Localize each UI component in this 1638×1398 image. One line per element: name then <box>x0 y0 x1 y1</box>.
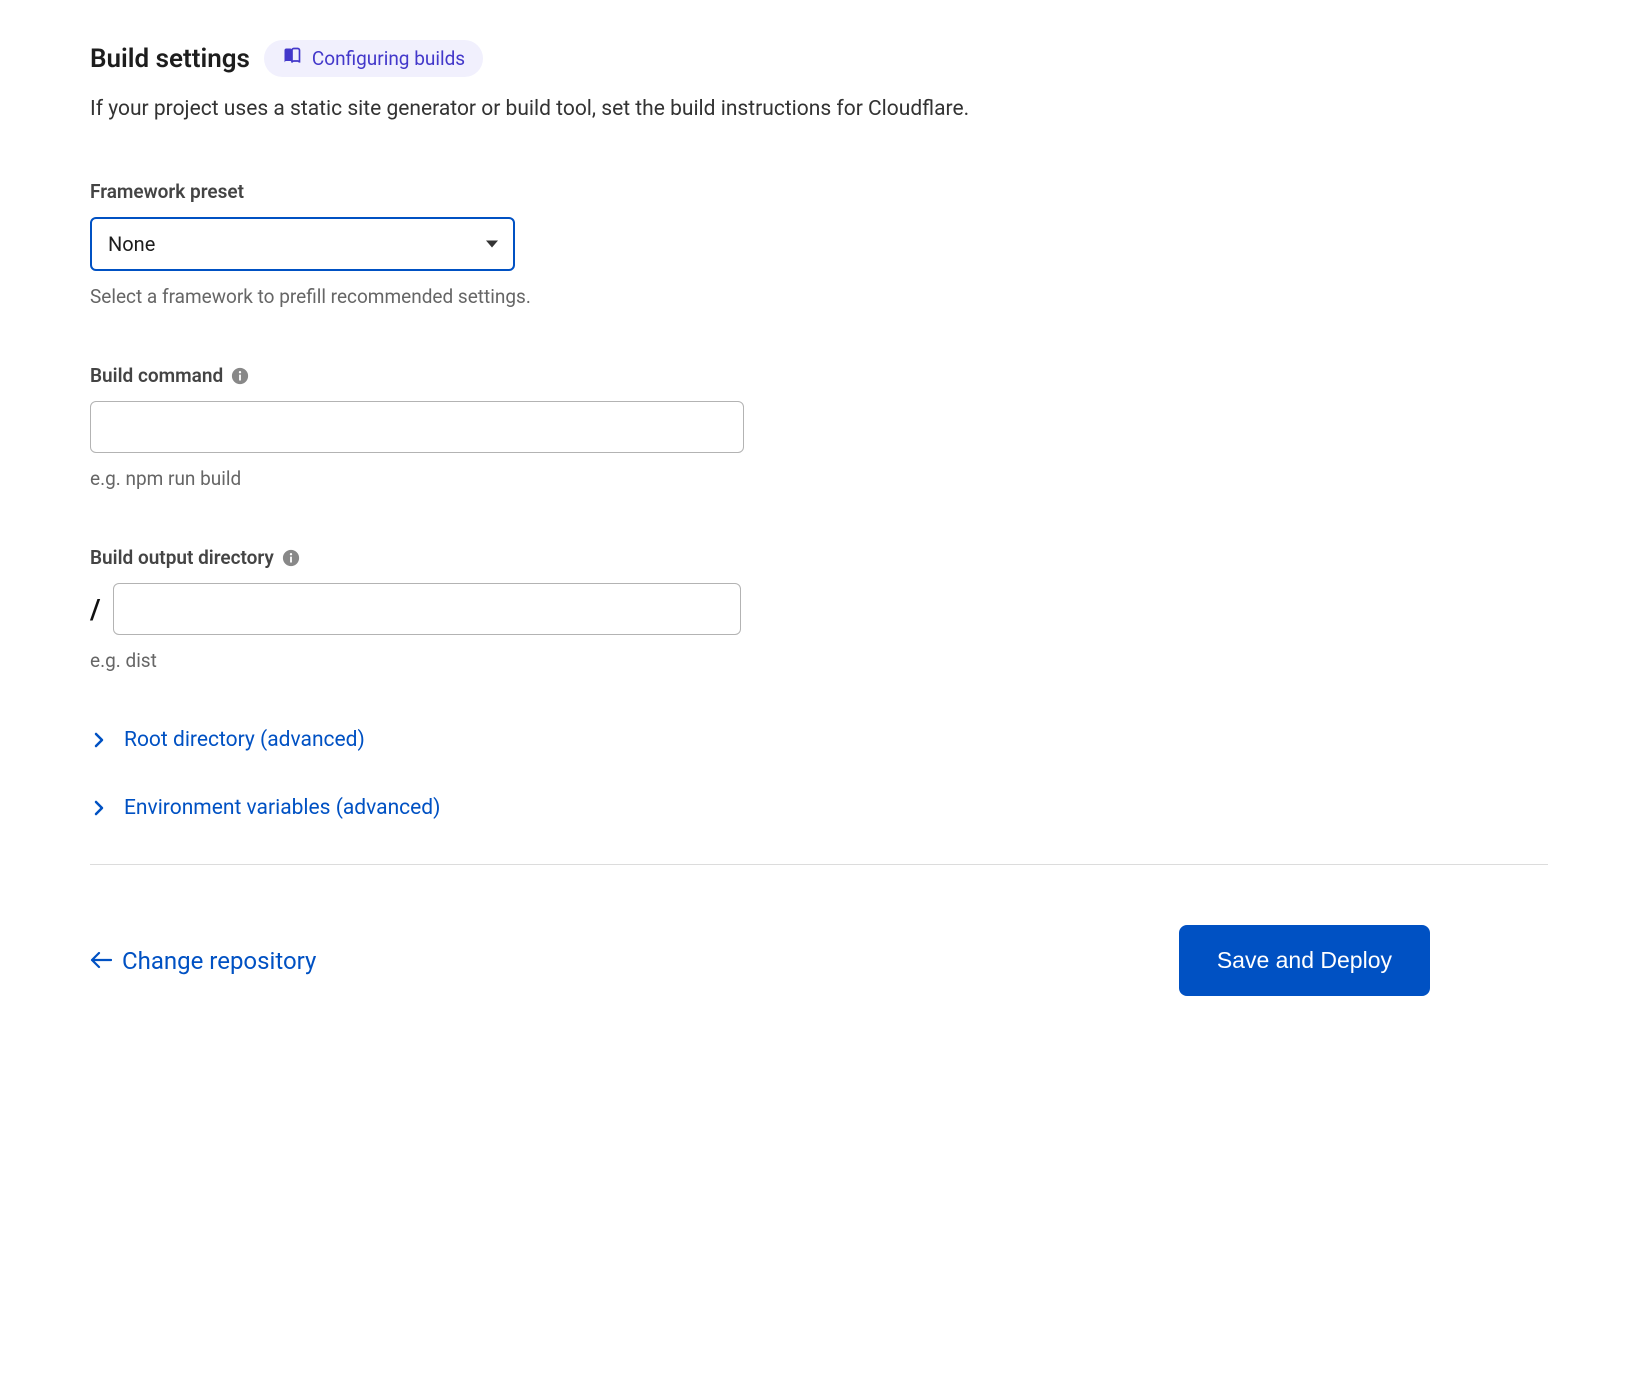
divider <box>90 864 1548 865</box>
footer-row: Change repository Save and Deploy <box>90 925 1430 996</box>
save-and-deploy-button[interactable]: Save and Deploy <box>1179 925 1430 996</box>
section-header: Build settings Configuring builds <box>90 40 1548 77</box>
field-build-command: Build command e.g. npm run build <box>90 364 1548 490</box>
expander-env-vars-label: Environment variables (advanced) <box>124 796 440 820</box>
chevron-right-icon <box>92 733 106 747</box>
change-repository-label: Change repository <box>122 947 316 975</box>
output-directory-prefix: / <box>90 593 101 626</box>
book-icon <box>282 46 302 71</box>
output-directory-help: e.g. dist <box>90 649 1548 672</box>
docs-link-configuring-builds[interactable]: Configuring builds <box>264 40 483 77</box>
expander-root-directory-label: Root directory (advanced) <box>124 728 365 752</box>
build-command-input[interactable] <box>90 401 744 453</box>
output-directory-input[interactable] <box>113 583 741 635</box>
change-repository-link[interactable]: Change repository <box>90 947 316 975</box>
arrow-left-icon <box>90 947 112 975</box>
expander-environment-variables[interactable]: Environment variables (advanced) <box>90 796 1548 820</box>
expander-root-directory[interactable]: Root directory (advanced) <box>90 728 1548 752</box>
info-icon[interactable] <box>282 549 300 567</box>
field-framework-preset: Framework preset None Select a framework… <box>90 180 1548 308</box>
info-icon[interactable] <box>231 367 249 385</box>
framework-preset-value: None <box>108 232 155 256</box>
docs-link-label: Configuring builds <box>312 47 465 70</box>
section-description: If your project uses a static site gener… <box>90 95 1548 124</box>
framework-preset-help: Select a framework to prefill recommende… <box>90 285 1548 308</box>
output-directory-label: Build output directory <box>90 546 274 569</box>
build-command-label: Build command <box>90 364 223 387</box>
framework-preset-select[interactable]: None <box>90 217 515 271</box>
build-command-help: e.g. npm run build <box>90 467 1548 490</box>
field-output-directory: Build output directory / e.g. dist <box>90 546 1548 672</box>
framework-preset-label: Framework preset <box>90 180 1548 203</box>
section-title: Build settings <box>90 44 250 74</box>
chevron-right-icon <box>92 801 106 815</box>
